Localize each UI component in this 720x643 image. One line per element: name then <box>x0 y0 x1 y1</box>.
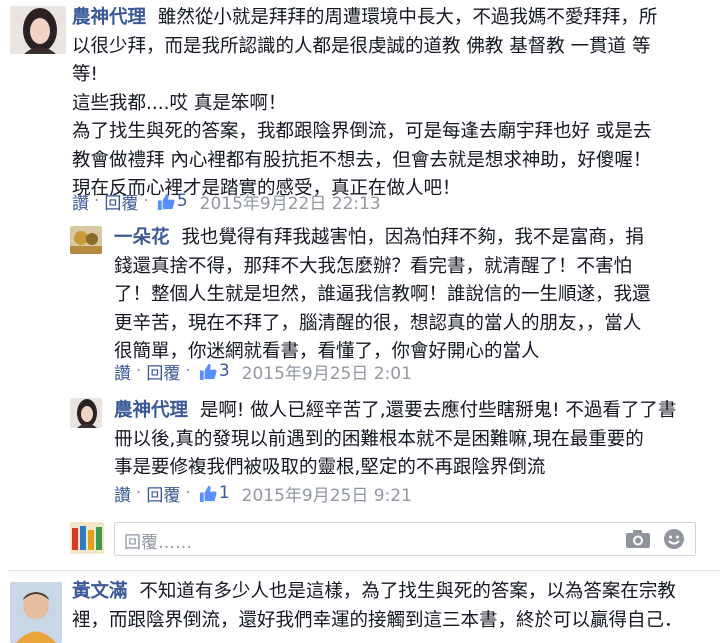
comment-line: 雖然從小就是拜拜的周遭環境中長大，不過我媽不愛拜拜，所 <box>157 7 658 28</box>
avatar-photo-icon <box>70 522 104 554</box>
avatar-huangwenman[interactable] <box>10 582 62 643</box>
sticker-icon[interactable] <box>663 528 685 554</box>
comment-4-body: 黃文滿 不知道有多少人也是這樣，為了找生與死的答案，以為答案在宗教 裡，而跟陰界… <box>72 578 683 635</box>
comment-line: 更辛苦，現在不拜了，腦清醒的很，想認真的當人的朋友，，當人 <box>114 312 642 334</box>
comment-line: 是啊! 做人已經辛苦了,還要去應付些瞎掰鬼! 不過看了了書 <box>199 400 677 421</box>
comment-line: 冊以後,真的發現以前遇到的困難根本就不是困難嘛,現在最重要的 <box>114 428 644 450</box>
like-link[interactable]: 讚 <box>114 359 131 384</box>
like-link[interactable]: 讚 <box>114 481 131 506</box>
comment-line: 裡，而跟陰界倒流，還好我們幸運的接觸到這三本書，終於可以贏得自己． <box>72 609 683 631</box>
timestamp[interactable]: 2015年9月22日 22:13 <box>200 189 381 214</box>
reply-placeholder: 回覆…… <box>124 533 192 553</box>
comment-line: 以很少拜，而是我所認識的人都是很虔誠的道教 佛教 基督教 一貫道 等 <box>72 35 651 57</box>
separator-dot: · <box>136 483 142 503</box>
thumbs-up-icon[interactable] <box>198 484 217 503</box>
comment-author[interactable]: 農神代理 <box>72 7 146 28</box>
comment-line: 等! <box>72 64 98 85</box>
reply-1-meta: 讚 · 回覆 · 3 2015年9月25日 2:01 <box>114 358 412 384</box>
thumbs-up-icon[interactable] <box>198 362 217 381</box>
comment-line: 這些我都....哎 真是笨啊！ <box>72 92 287 114</box>
comment-line: 教會做禮拜 內心裡都有股抗拒不想去，但會去就是想求神助，好傻喔！ <box>72 149 652 171</box>
reply-link[interactable]: 回覆 <box>146 359 180 384</box>
comment-divider <box>8 570 720 571</box>
separator-dot: · <box>185 483 191 503</box>
avatar-nongshen-small[interactable] <box>70 398 102 428</box>
avatar-photo-icon <box>10 582 62 643</box>
comment-line: 了！整個人生就是坦然，誰逼我信教啊！誰說信的一生順遂，我還 <box>114 284 651 305</box>
comment-1-meta: 讚 · 回覆 · 5 2015年9月22日 22:13 <box>72 188 381 214</box>
reply-link[interactable]: 回覆 <box>104 189 138 214</box>
comment-line: 我也覺得有拜我越害怕，因為怕拜不夠，我不是富商，捐 <box>181 227 644 248</box>
comment-line: 不知道有多少人也是這樣，為了找生與死的答案，以為答案在宗教 <box>139 581 676 602</box>
reply-link[interactable]: 回覆 <box>146 481 180 506</box>
thumbs-up-icon[interactable] <box>156 192 175 211</box>
separator-dot: · <box>94 191 100 211</box>
reply-input[interactable]: 回覆…… <box>114 522 696 556</box>
timestamp[interactable]: 2015年9月25日 2:01 <box>242 359 412 384</box>
timestamp[interactable]: 2015年9月25日 9:21 <box>242 481 412 506</box>
avatar-yiduohua[interactable] <box>70 226 102 254</box>
comment-line: 錢還真捨不得，那拜不大我怎麼辦？看完書，就清醒了！不害怕 <box>114 255 633 277</box>
avatar-photo-icon <box>70 226 102 254</box>
avatar-current-user <box>70 522 104 554</box>
avatar-photo-icon <box>10 6 66 54</box>
reply-1-body: 一朵花 我也覺得有拜我越害怕，因為怕拜不夠，我不是富商，捐 錢還真捨不得，那拜不… <box>114 224 651 367</box>
like-count[interactable]: 5 <box>177 191 188 211</box>
comment-author[interactable]: 一朵花 <box>114 227 170 248</box>
like-link[interactable]: 讚 <box>72 189 89 214</box>
separator-dot: · <box>185 361 191 381</box>
reply-2-meta: 讚 · 回覆 · 1 2015年9月25日 9:21 <box>114 480 412 506</box>
separator-dot: · <box>143 191 149 211</box>
camera-icon[interactable] <box>625 529 651 553</box>
like-count[interactable]: 3 <box>219 361 230 381</box>
comment-1-body: 農神代理 雖然從小就是拜拜的周遭環境中長大，不過我媽不愛拜拜，所 以很少拜，而是… <box>72 4 657 204</box>
avatar-nongshen[interactable] <box>10 6 66 54</box>
comment-author[interactable]: 農神代理 <box>114 400 188 421</box>
comment-line: 為了找生與死的答案，我都跟陰界倒流，可是每逢去廟宇拜也好 或是去 <box>72 121 652 142</box>
reply-2-body: 農神代理 是啊! 做人已經辛苦了,還要去應付些瞎掰鬼! 不過看了了書 冊以後,真… <box>114 397 676 483</box>
separator-dot: · <box>136 361 142 381</box>
comment-line: 事是要修複我們被吸取的靈根,堅定的不再跟陰界倒流 <box>114 457 546 478</box>
like-count[interactable]: 1 <box>219 483 230 503</box>
avatar-photo-icon <box>70 398 102 428</box>
comment-author[interactable]: 黃文滿 <box>72 581 128 602</box>
